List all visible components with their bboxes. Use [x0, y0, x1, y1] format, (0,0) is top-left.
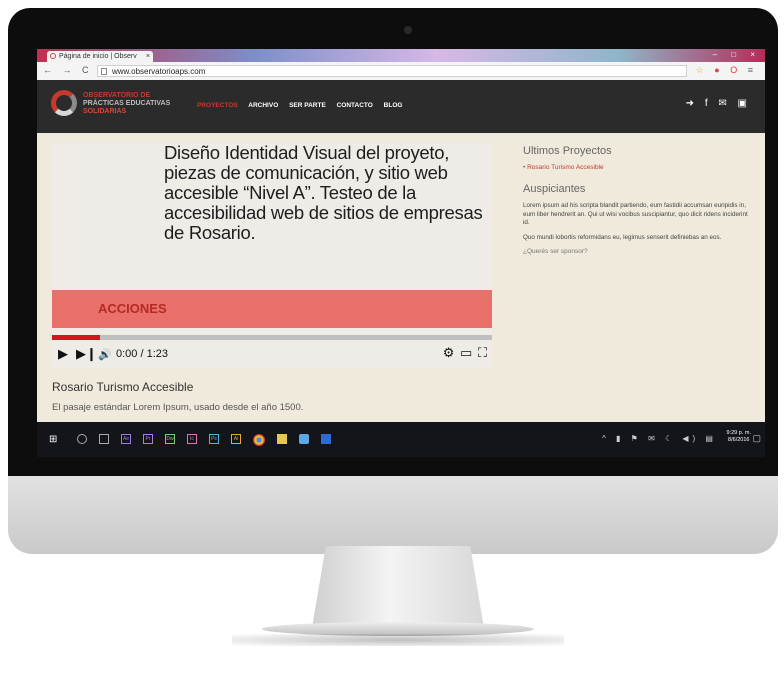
dreamweaver-icon[interactable]: Dw [165, 434, 175, 444]
logo-line-1: OBSERVATORIO DE [83, 92, 151, 99]
incopy-icon[interactable]: Ic [187, 434, 197, 444]
imac-monitor: Página de inicio | Observ × – □ × ← → C … [8, 8, 778, 554]
file-explorer-icon[interactable] [277, 434, 287, 444]
system-tray[interactable]: ^ ▮ ⚑ ✉ ☾ ◀) ▤ [602, 434, 717, 443]
menu-item-ser-parte[interactable]: SER PARTE [289, 102, 326, 109]
logo-icon[interactable] [51, 90, 77, 116]
video-headline: Diseño Identidad Visual del proyeto, pie… [164, 142, 483, 243]
play-icon[interactable]: ▶ [58, 346, 68, 362]
tab-favicon-icon [50, 53, 56, 59]
sponsor-link[interactable]: ¿Querés ser sponsor? [523, 248, 753, 255]
stand-shadow [232, 634, 564, 646]
video-description: El pasaje estándar Lorem Ipsum, usado de… [52, 402, 304, 413]
logo-text[interactable]: OBSERVATORIO DE PRÁCTICAS EDUCATIVAS SOL… [83, 92, 170, 116]
monitor-stand-neck [312, 546, 484, 628]
menu-icon[interactable]: ≡ [748, 65, 757, 75]
notifications-icon[interactable]: ▢ [752, 433, 761, 444]
windows-taskbar: ⊞ Ae Pr Dw Ic Ps Ai ^ ▮ ⚑ ✉ ☾ ◀) ▤ 9:29 … [37, 422, 765, 457]
word-icon[interactable] [321, 434, 331, 444]
sidebar: Ultimos Proyectos • Rosario Turismo Acce… [523, 145, 753, 255]
taskbar-clock[interactable]: 9:29 p. m. 8/6/2016 [727, 430, 751, 444]
adblock-icon[interactable]: ● [714, 65, 723, 75]
social-icons[interactable]: ➜ f ✉ ▣ [686, 98, 751, 109]
monitor-chin [8, 476, 778, 554]
monitor-bezel: Página de inicio | Observ × – □ × ← → C … [8, 8, 778, 476]
after-effects-icon[interactable]: Ae [121, 434, 131, 444]
next-icon[interactable]: ▶❙ [76, 346, 97, 362]
store-icon[interactable] [299, 434, 309, 444]
main-menu: PROYECTOS ARCHIVO SER PARTE CONTACTO BLO… [197, 102, 411, 109]
browser-tabstrip: Página de inicio | Observ × – □ × [37, 49, 765, 62]
url-text: www.observatorioaps.com [112, 67, 206, 76]
window-controls[interactable]: – □ × [713, 50, 761, 59]
bookmark-star-icon[interactable]: ☆ [696, 65, 708, 75]
camera-dot [404, 26, 412, 34]
sponsors-paragraph-2: Quo mundi lobortis reformidans eu, legim… [523, 233, 722, 241]
illustrator-icon[interactable]: Ai [231, 434, 241, 444]
player-right-controls: ⚙ ▭ ⛶ [443, 345, 488, 361]
clock-time: 9:29 p. m. [726, 430, 751, 436]
start-button-icon[interactable]: ⊞ [49, 434, 57, 445]
tab-close-icon[interactable]: × [146, 51, 150, 62]
address-bar: ← → C ⌂ www.observatorioaps.com ☆ ● O ≡ [37, 62, 765, 81]
page-icon [101, 68, 107, 75]
video-controls: ▶ ▶❙ 🔊 0:00 / 1:23 ⚙ ▭ ⛶ [52, 340, 492, 368]
logo-line-3: SOLIDARIAS [83, 108, 127, 115]
task-view-icon[interactable] [99, 434, 109, 444]
site-header: OBSERVATORIO DE PRÁCTICAS EDUCATIVAS SOL… [37, 80, 765, 133]
browser-tab[interactable]: Página de inicio | Observ × [47, 51, 153, 62]
screen: Página de inicio | Observ × – □ × ← → C … [37, 49, 765, 457]
search-icon[interactable] [77, 434, 87, 444]
menu-item-proyectos[interactable]: PROYECTOS [197, 102, 238, 109]
video-time: 0:00 / 1:23 [116, 348, 168, 360]
sponsors-heading: Auspiciantes [523, 183, 586, 195]
clock-date: 8/6/2016 [728, 437, 750, 443]
menu-item-blog[interactable]: BLOG [384, 102, 403, 109]
opera-icon[interactable]: O [730, 65, 741, 75]
tab-title: Página de inicio | Observ [59, 53, 137, 60]
url-field[interactable]: www.observatorioaps.com [97, 65, 687, 77]
acciones-banner: ACCIONES [52, 290, 492, 328]
video-title: Rosario Turismo Accesible [52, 380, 194, 394]
logo-line-2: PRÁCTICAS EDUCATIVAS [83, 100, 171, 107]
premiere-icon[interactable]: Pr [143, 434, 153, 444]
theater-mode-icon[interactable]: ▭ [460, 345, 473, 360]
menu-item-contacto[interactable]: CONTACTO [337, 102, 373, 109]
chrome-icon[interactable] [253, 434, 265, 446]
fullscreen-icon[interactable]: ⛶ [478, 345, 488, 360]
menu-item-archivo[interactable]: ARCHIVO [248, 102, 278, 109]
recent-projects-heading: Ultimos Proyectos [523, 145, 612, 157]
volume-icon[interactable]: 🔊 [98, 348, 112, 361]
settings-icon[interactable]: ⚙ [443, 345, 456, 360]
extension-icons: ☆ ● O ≡ [696, 65, 757, 76]
photoshop-icon[interactable]: Ps [209, 434, 219, 444]
acciones-label: ACCIONES [98, 301, 167, 316]
sponsors-paragraph-1: Lorem ipsum ad his scripta blandit parti… [523, 202, 748, 226]
recent-project-link[interactable]: • Rosario Turismo Accesible [523, 164, 753, 171]
